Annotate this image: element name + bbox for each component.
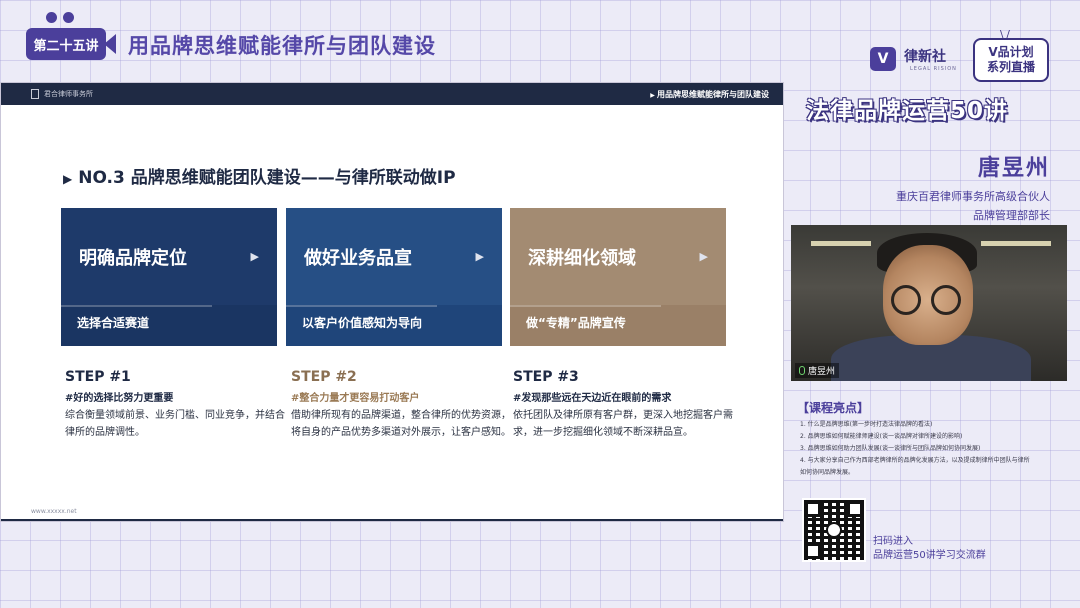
tv-line-2: 系列直播 — [986, 60, 1035, 74]
firm-logo-icon — [31, 89, 39, 99]
shared-slide: 君合律师事务所 用品牌思维赋能律所与团队建设 ▶ NO.3 品牌思维赋能团队建设—… — [0, 82, 784, 522]
brand-logo-icon: V — [870, 47, 896, 71]
card-subtitle: 以客户价值感知为导向 — [286, 305, 502, 346]
list-item: 3. 品牌思维如何助力团队发展(谈一谈律所与团队品牌如何协同发展) — [800, 445, 981, 452]
card-title: 明确品牌定位 — [79, 247, 187, 269]
step-body: 综合衡量领域前景、业务门槛、同业竞争，并结合律所的品牌调性。 — [65, 410, 285, 438]
brand-subtitle: LEGAL RISION — [910, 66, 957, 72]
wechat-icon — [826, 522, 842, 538]
list-item: 4. 与大家分享自己作为西部老牌律所的品牌化发展方法，以及提成制律所中团队与律所 — [800, 457, 1030, 464]
brand-name: 律新社 — [904, 49, 946, 65]
chevron-right-icon: ▶ — [475, 250, 484, 263]
slide-footer-url: www.xxxxx.net — [31, 508, 77, 515]
slide-heading-text: NO.3 品牌思维赋能团队建设——与律所联动做IP — [78, 168, 456, 188]
step-title: STEP #3 — [513, 369, 579, 385]
slide-header-title: 用品牌思维赋能律所与团队建设 — [650, 89, 769, 100]
badge-tail-decoration — [104, 34, 116, 54]
glasses-icon — [931, 285, 961, 315]
slide-heading: ▶ NO.3 品牌思维赋能团队建设——与律所联动做IP — [63, 163, 456, 188]
microphone-icon — [799, 366, 805, 375]
card-subtitle: 选择合适赛道 — [61, 305, 277, 346]
slide-footer-divider — [1, 519, 783, 521]
step-body: 借助律所现有的品牌渠道，整合律所的优势资源，将自身的产品优势多渠道对外展示，让客… — [291, 410, 511, 438]
step-1: STEP #1 #好的选择比努力更重要 综合衡量领域前景、业务门槛、同业竞争，并… — [65, 369, 290, 441]
slide-logo: 君合律师事务所 — [31, 89, 93, 99]
step-body: 依托团队及律所原有客户群，更深入地挖掘客户需求，进一步挖掘细化领域不断深耕品宣。 — [513, 410, 733, 438]
slide-header: 君合律师事务所 用品牌思维赋能律所与团队建设 — [1, 83, 783, 105]
step-2: STEP #2 #整合力量才更容易打动客户 借助律所现有的品牌渠道，整合律所的优… — [291, 369, 516, 441]
step-3: STEP #3 #发现那些远在天边近在眼前的需求 依托团队及律所原有客户群，更深… — [513, 369, 738, 441]
step-title: STEP #1 — [65, 369, 131, 385]
chevron-right-icon: ▶ — [699, 250, 708, 263]
highlights-title: 【课程亮点】 — [797, 401, 870, 415]
lecture-badge: 第二十五讲 — [26, 28, 106, 60]
list-item: 1. 什么是品牌思维(第一步时打造法律品牌的看法) — [800, 421, 933, 428]
lecture-title: 用品牌思维赋能律所与团队建设 — [128, 34, 436, 58]
card-brand-positioning: 明确品牌定位 ▶ 选择合适赛道 — [61, 208, 277, 346]
live-series-badge: V品计划 系列直播 — [973, 38, 1049, 82]
speaker-name: 唐昱州 — [977, 156, 1050, 181]
highlights-list: 1. 什么是品牌思维(第一步时打造法律品牌的看法) 2. 品牌思维如何赋能律师建… — [800, 419, 1060, 479]
video-name-label: 唐昱州 — [795, 363, 840, 378]
qr-caption: 扫码进入 品牌运营50讲学习交流群 — [873, 535, 986, 563]
qr-caption-line-2: 品牌运营50讲学习交流群 — [873, 550, 986, 561]
list-item: 2. 品牌思维如何赋能律师建设(谈一谈品牌对律所建设的影响) — [800, 433, 963, 440]
speaker-role: 品牌管理部部长 — [973, 209, 1050, 222]
speaker-video[interactable]: 唐昱州 — [791, 225, 1067, 381]
ceiling-light — [981, 241, 1051, 246]
qr-caption-line-1: 扫码进入 — [873, 536, 913, 547]
card-title: 做好业务品宣 — [304, 247, 412, 269]
step-subtitle: #好的选择比努力更重要 — [65, 393, 174, 404]
speaker-org: 重庆百君律师事务所高级合伙人 — [896, 190, 1050, 203]
ceiling-light — [811, 241, 871, 246]
badge-decoration — [46, 12, 74, 23]
list-item: 如何协同品牌发展。 — [800, 469, 855, 476]
tv-line-1: V品计划 — [988, 45, 1034, 59]
video-name-text: 唐昱州 — [808, 367, 836, 377]
card-subtitle: 做“专精”品牌宣传 — [510, 305, 726, 346]
step-subtitle: #发现那些远在天边近在眼前的需求 — [513, 393, 672, 404]
series-title: 法律品牌运营50讲 — [806, 98, 1009, 124]
card-deep-field: 深耕细化领域 ▶ 做“专精”品牌宣传 — [510, 208, 726, 346]
step-title: STEP #2 — [291, 369, 357, 385]
slide-logo-text: 君合律师事务所 — [44, 90, 93, 98]
triangle-icon: ▶ — [63, 172, 73, 186]
glasses-icon — [891, 285, 921, 315]
card-business-promotion: 做好业务品宣 ▶ 以客户价值感知为导向 — [286, 208, 502, 346]
qr-code[interactable] — [802, 498, 866, 562]
card-title: 深耕细化领域 — [528, 247, 636, 269]
step-subtitle: #整合力量才更容易打动客户 — [291, 393, 420, 404]
chevron-right-icon: ▶ — [250, 250, 259, 263]
